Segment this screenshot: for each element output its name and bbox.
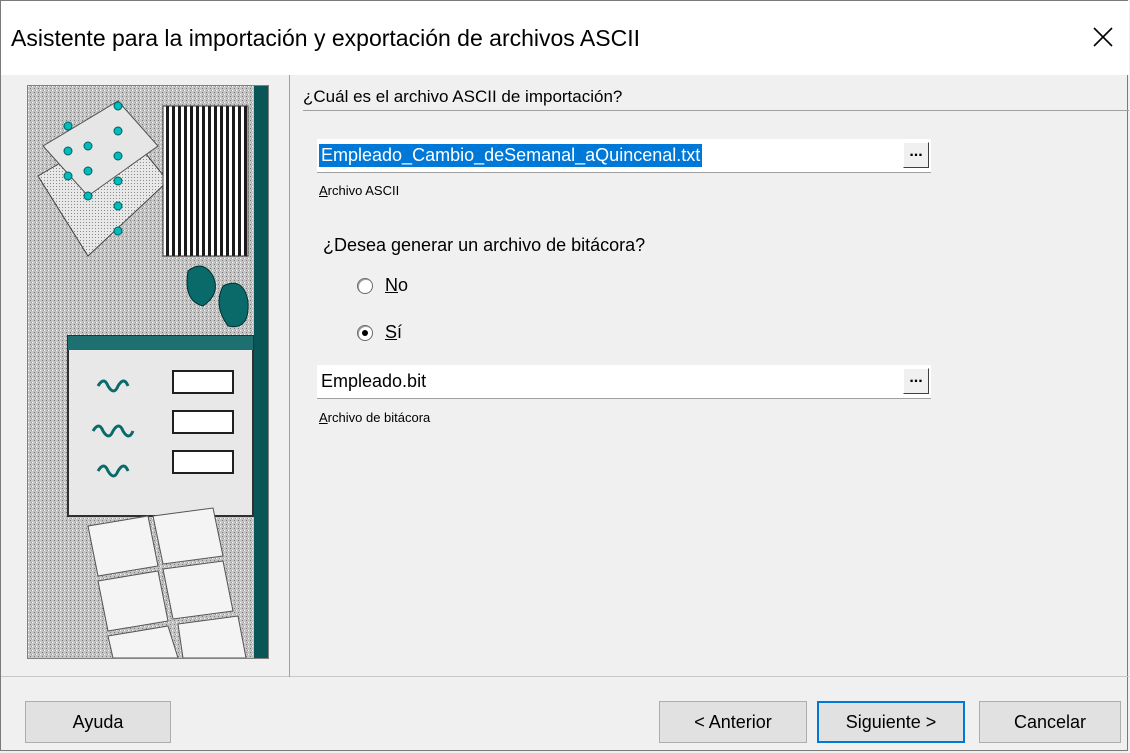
next-button[interactable]: Siguiente > bbox=[817, 701, 965, 743]
import-file-caption: Archivo ASCII bbox=[319, 183, 399, 198]
import-caption-rest: rchivo ASCII bbox=[327, 183, 400, 198]
import-browse-button[interactable]: ... bbox=[903, 142, 929, 168]
radio-si[interactable]: Sí bbox=[357, 322, 402, 343]
radio-selected-dot bbox=[362, 329, 368, 336]
cancel-button[interactable]: Cancelar bbox=[979, 701, 1121, 743]
title-bar: Asistente para la importación y exportac… bbox=[1, 1, 1129, 75]
log-file-value[interactable]: Empleado.bit bbox=[319, 370, 428, 393]
log-file-field[interactable]: Empleado.bit ... bbox=[317, 365, 931, 399]
log-caption-accel: A bbox=[319, 410, 328, 425]
radio-no-accel: N bbox=[385, 275, 398, 295]
radio-si-rest: í bbox=[397, 322, 403, 342]
import-file-field[interactable]: Empleado_Cambio_deSemanal_aQuincenal.txt… bbox=[317, 139, 931, 173]
radio-si-circle[interactable] bbox=[357, 324, 373, 341]
help-button[interactable]: Ayuda bbox=[25, 701, 171, 743]
radio-si-accel: S bbox=[385, 322, 398, 342]
import-question: ¿Cuál es el archivo ASCII de importación… bbox=[303, 87, 623, 106]
wizard-window: Asistente para la importación y exportac… bbox=[0, 0, 1129, 751]
header-rule bbox=[303, 110, 1129, 111]
log-question: ¿Desea generar un archivo de bitácora? bbox=[323, 235, 646, 255]
radio-no-label: No bbox=[385, 275, 408, 296]
back-button[interactable]: < Anterior bbox=[659, 701, 807, 743]
close-icon bbox=[1093, 27, 1113, 47]
close-button[interactable] bbox=[1085, 19, 1121, 55]
import-caption-accel: A bbox=[319, 183, 328, 198]
window-title: Asistente para la importación y exportac… bbox=[11, 25, 640, 51]
radio-si-label: Sí bbox=[385, 322, 402, 343]
radio-no-rest: o bbox=[398, 275, 409, 295]
vertical-divider bbox=[289, 75, 290, 677]
log-caption-rest: rchivo de bitácora bbox=[327, 410, 431, 425]
log-file-caption: Archivo de bitácora bbox=[319, 410, 430, 425]
wizard-illustration-art bbox=[28, 86, 268, 658]
wizard-illustration bbox=[27, 85, 269, 659]
log-browse-button[interactable]: ... bbox=[903, 368, 929, 394]
wizard-body: ¿Cuál es el archivo ASCII de importación… bbox=[1, 75, 1129, 677]
import-file-value[interactable]: Empleado_Cambio_deSemanal_aQuincenal.txt bbox=[319, 144, 703, 167]
radio-no-circle[interactable] bbox=[357, 277, 373, 294]
radio-no[interactable]: No bbox=[357, 275, 408, 296]
